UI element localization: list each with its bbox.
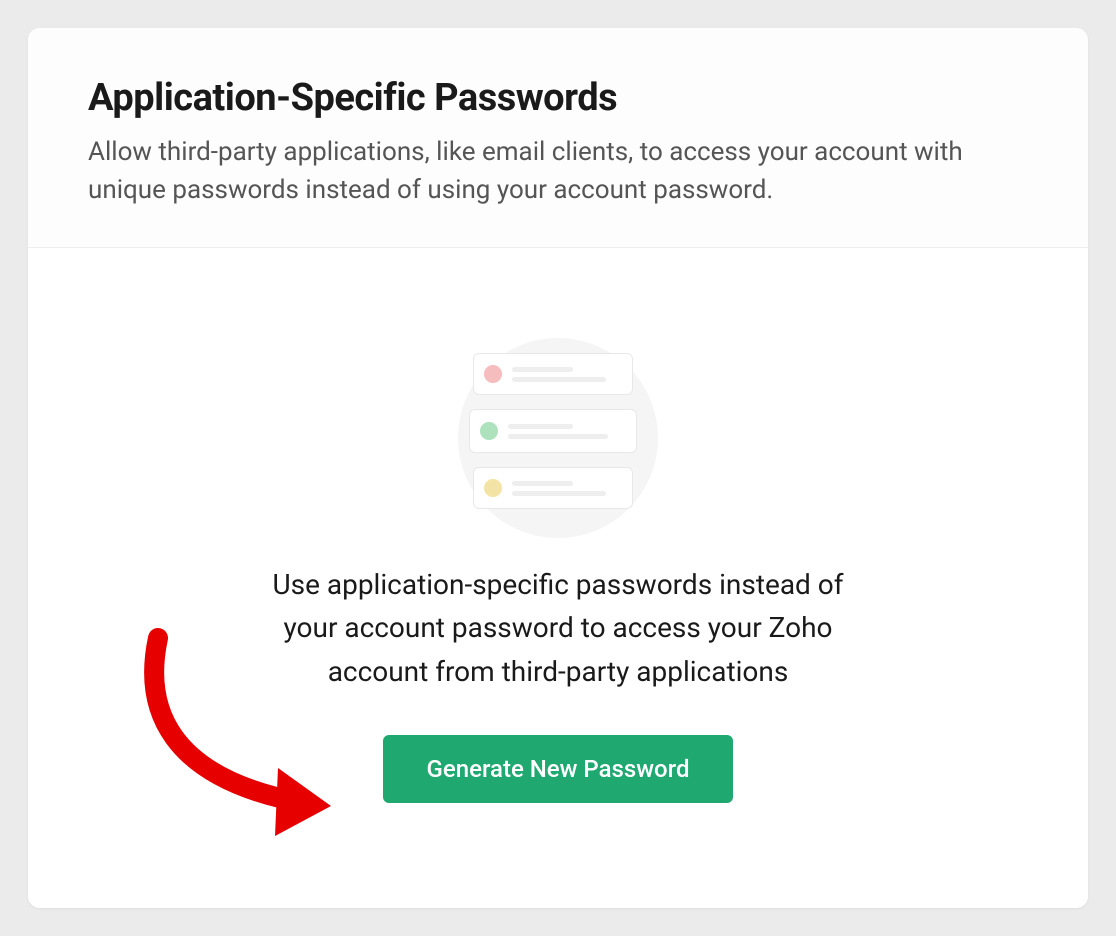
card-body: Use application-specific passwords inste… bbox=[28, 248, 1088, 908]
page-description: Allow third-party applications, like ema… bbox=[88, 134, 1028, 209]
passwords-illustration-icon bbox=[453, 333, 663, 543]
card-header: Application-Specific Passwords Allow thi… bbox=[28, 28, 1088, 248]
generate-new-password-button[interactable]: Generate New Password bbox=[383, 735, 734, 803]
page-title: Application-Specific Passwords bbox=[88, 76, 1028, 120]
app-passwords-card: Application-Specific Passwords Allow thi… bbox=[28, 28, 1088, 908]
empty-state-message: Use application-specific passwords inste… bbox=[258, 563, 858, 693]
